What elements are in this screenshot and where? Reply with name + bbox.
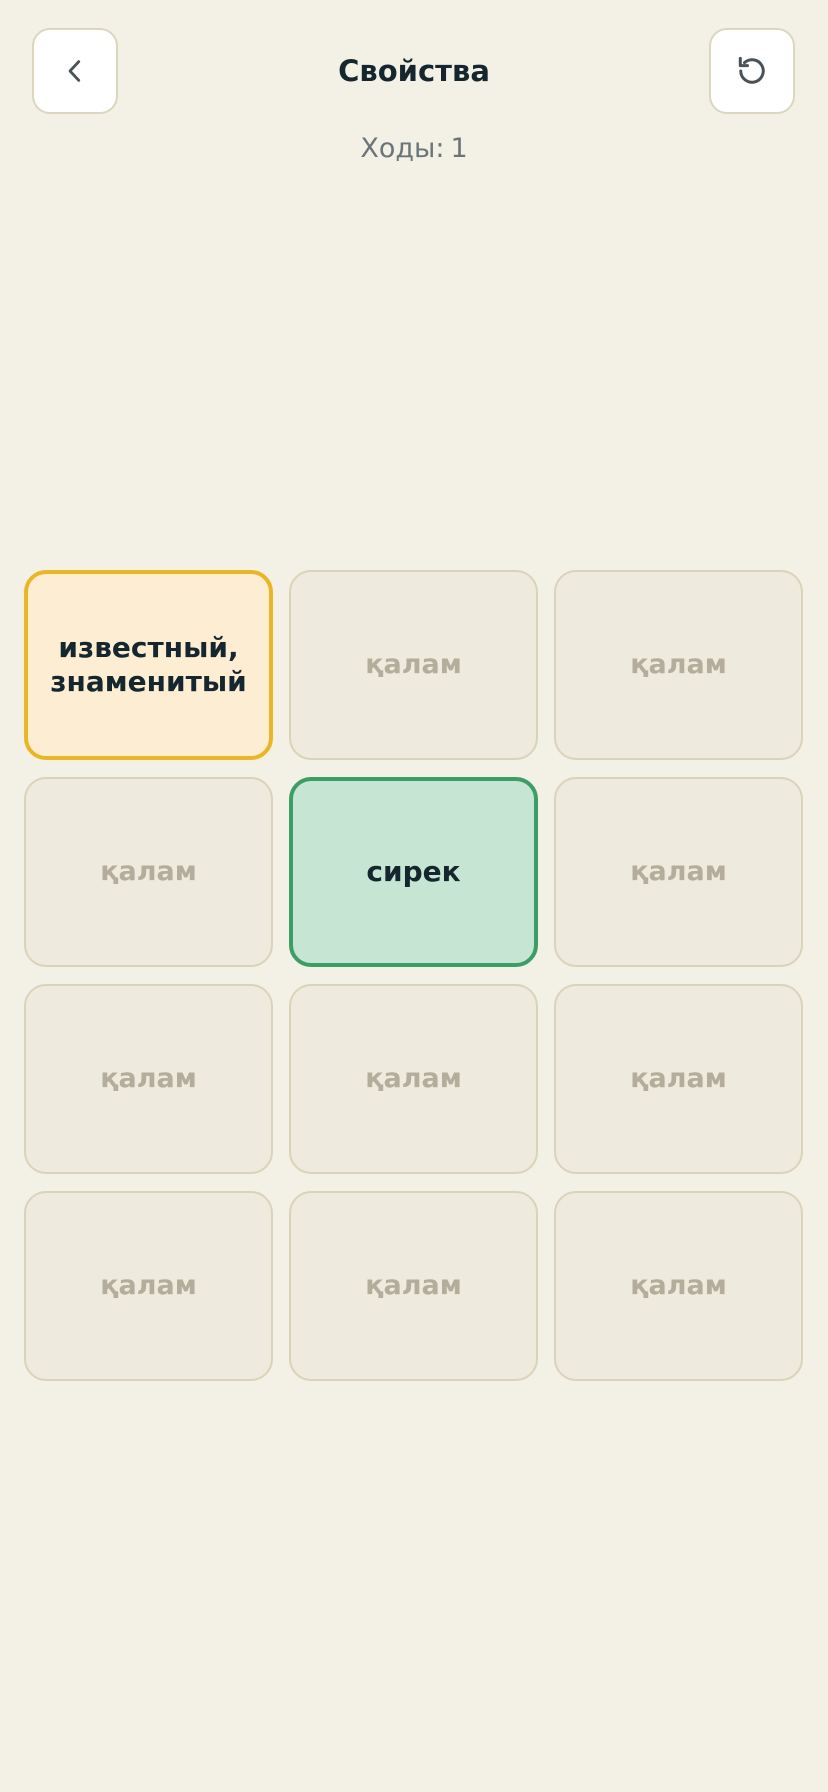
moves-value: 1 xyxy=(450,133,468,164)
card-hidden[interactable]: қалам xyxy=(554,1191,803,1381)
card-hidden[interactable]: қалам xyxy=(554,984,803,1174)
moves-label: Ходы: xyxy=(360,133,445,164)
card-hidden[interactable]: қалам xyxy=(289,1191,538,1381)
card-text: қалам xyxy=(100,1270,197,1301)
card-hidden[interactable]: қалам xyxy=(289,984,538,1174)
page-title: Свойства xyxy=(338,54,490,88)
moves-counter: Ходы: 1 xyxy=(0,130,828,168)
card-hidden[interactable]: қалам xyxy=(554,777,803,967)
card-text: известный, знаменитый xyxy=(50,631,247,698)
card-hidden[interactable]: қалам xyxy=(24,777,273,967)
refresh-icon xyxy=(734,53,770,89)
card-text: қалам xyxy=(630,649,727,680)
card-hidden[interactable]: қалам xyxy=(24,1191,273,1381)
reset-button[interactable] xyxy=(709,28,795,114)
card-matched[interactable]: сирек xyxy=(289,777,538,967)
card-text: сирек xyxy=(366,855,461,888)
card-text: қалам xyxy=(365,649,462,680)
card-text: қалам xyxy=(630,1063,727,1094)
card-hidden[interactable]: қалам xyxy=(24,984,273,1174)
card-grid: известный, знаменитый қалам қалам қалам сире… xyxy=(24,570,804,1381)
card-text: қалам xyxy=(630,856,727,887)
card-text: қалам xyxy=(100,1063,197,1094)
card-hidden[interactable]: қалам xyxy=(289,570,538,760)
card-text: қалам xyxy=(365,1270,462,1301)
card-text: қалам xyxy=(100,856,197,887)
card-text: қалам xyxy=(365,1063,462,1094)
card-hidden[interactable]: қалам xyxy=(554,570,803,760)
card-selected[interactable]: известный, знаменитый xyxy=(24,570,273,760)
card-text: қалам xyxy=(630,1270,727,1301)
